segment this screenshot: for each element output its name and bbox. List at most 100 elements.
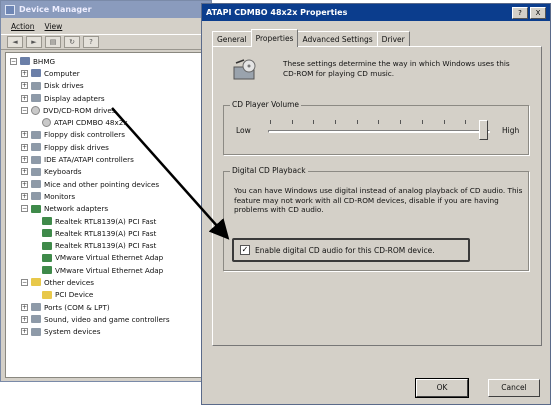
cd-player-volume-label: CD Player Volume <box>230 100 302 109</box>
computer-icon <box>20 57 30 66</box>
device-manager-title: Device Manager <box>19 5 92 14</box>
tree-item[interactable]: + Floppy disk drives <box>6 141 208 153</box>
tree-item[interactable]: + Display adapters <box>6 92 208 104</box>
tab-properties[interactable]: Properties <box>250 29 299 47</box>
expander-icon[interactable]: + <box>21 315 28 323</box>
expander-icon[interactable]: + <box>21 82 28 90</box>
network-icon <box>42 266 52 275</box>
tree-item-label: Mice and other pointing devices <box>44 179 160 189</box>
tree-item-label: Keyboards <box>44 167 82 177</box>
cancel-button[interactable]: Cancel <box>488 379 540 397</box>
ok-button[interactable]: OK <box>415 378 469 398</box>
volume-slider-track[interactable] <box>268 130 490 133</box>
network-icon <box>42 217 52 225</box>
help-icon[interactable]: ? <box>83 36 99 48</box>
tab-strip: General Properties Advanced Settings Dri… <box>212 29 410 47</box>
tree-item-label: Ports (COM & LPT) <box>44 302 110 312</box>
tree-item[interactable]: + System devices <box>6 326 208 338</box>
tree-item[interactable]: − DVD/CD-ROM drives <box>6 104 208 116</box>
tree-item[interactable]: + Sound, video and game controllers <box>6 313 208 325</box>
tree-item[interactable]: + Mice and other pointing devices <box>6 178 208 190</box>
port-icon <box>31 303 41 312</box>
expander-icon[interactable]: + <box>21 131 28 139</box>
keyboard-icon <box>31 167 41 176</box>
tree-item[interactable]: − Network adapters <box>6 203 208 215</box>
cd-player-volume-group: CD Player Volume Low High <box>223 100 529 155</box>
tree-item[interactable]: + IDE ATA/ATAPI controllers <box>6 153 208 165</box>
network-icon <box>42 241 52 250</box>
tree-item-label: VMware Virtual Ethernet Adap <box>55 253 164 263</box>
tree-item[interactable]: + Disk drives <box>6 80 208 92</box>
refresh-icon[interactable]: ↻ <box>64 36 80 48</box>
tree-item-label: Sound, video and game controllers <box>44 314 170 324</box>
expander-icon[interactable]: − <box>21 106 28 114</box>
expander-icon[interactable]: + <box>21 69 28 77</box>
back-arrow-icon[interactable]: ◄ <box>7 36 23 48</box>
tree-item-label: Network adapters <box>44 204 109 214</box>
expander-icon[interactable]: − <box>10 57 17 65</box>
monitor-icon <box>31 192 41 201</box>
tree-item-label: Realtek RTL8139(A) PCI Fast <box>55 241 157 251</box>
tree-item-label: IDE ATA/ATAPI controllers <box>44 155 134 165</box>
tree-item[interactable]: ATAPI CDMBO 48x2x <box>6 116 208 128</box>
volume-slider-thumb[interactable] <box>479 120 489 140</box>
menubar: Action View <box>1 18 211 34</box>
tree-item[interactable]: + Monitors <box>6 190 208 202</box>
unknown-device-icon <box>31 278 41 287</box>
expander-icon[interactable]: + <box>21 303 28 311</box>
expander-icon[interactable]: + <box>21 94 28 102</box>
tree-item[interactable]: + Keyboards <box>6 166 208 178</box>
tree-item[interactable]: − Other devices <box>6 276 208 288</box>
menu-view[interactable]: View <box>45 22 63 31</box>
enable-digital-audio-label[interactable]: Enable digital CD audio for this CD-ROM … <box>255 246 435 255</box>
tree-item[interactable]: + Floppy disk controllers <box>6 129 208 141</box>
tree-item-label: Realtek RTL8139(A) PCI Fast <box>55 216 157 226</box>
digital-cd-playback-group: Digital CD Playback You can have Windows… <box>223 166 529 271</box>
tree-item[interactable]: + Ports (COM & LPT) <box>6 301 208 313</box>
expander-icon[interactable]: + <box>21 156 28 164</box>
expander-icon[interactable]: − <box>21 278 28 286</box>
tree-item[interactable]: VMware Virtual Ethernet Adap <box>6 252 208 264</box>
tree-item-label: ATAPI CDMBO 48x2x <box>54 118 128 128</box>
properties-dialog: ATAPI CDMBO 48x2x Properties ? X General… <box>201 3 551 405</box>
enable-digital-audio-checkbox[interactable]: ✓ <box>240 245 250 255</box>
expander-icon[interactable]: + <box>21 168 28 176</box>
controller-icon <box>31 130 41 139</box>
tab-general[interactable]: General <box>212 31 252 47</box>
tab-advanced-settings[interactable]: Advanced Settings <box>297 31 378 47</box>
enable-digital-audio-row[interactable]: ✓ Enable digital CD audio for this CD-RO… <box>232 238 470 262</box>
properties-icon[interactable]: ▤ <box>45 36 61 48</box>
tree-item[interactable]: Realtek RTL8139(A) PCI Fast <box>6 227 208 239</box>
expander-icon[interactable]: + <box>21 143 28 151</box>
tree-item-label: VMware Virtual Ethernet Adap <box>55 265 164 275</box>
expander-icon[interactable]: − <box>21 205 28 213</box>
tree-item-label: Other devices <box>44 277 95 287</box>
tree-item-label: Floppy disk drives <box>44 142 109 152</box>
digital-cd-playback-label: Digital CD Playback <box>230 166 308 175</box>
menu-action[interactable]: Action <box>11 22 35 31</box>
close-button[interactable]: X <box>530 6 546 19</box>
tree-item-label: Display adapters <box>44 93 105 103</box>
tree-item[interactable]: − BHMG <box>6 55 208 67</box>
network-icon <box>42 229 52 238</box>
properties-title: ATAPI CDMBO 48x2x Properties <box>206 8 348 17</box>
system-icon <box>31 327 41 336</box>
floppy-icon <box>31 143 41 152</box>
expander-icon[interactable]: + <box>21 192 28 200</box>
volume-ticks <box>270 120 488 126</box>
forward-arrow-icon[interactable]: ► <box>26 36 42 48</box>
tab-driver[interactable]: Driver <box>376 31 410 47</box>
cd-player-icon <box>233 59 256 80</box>
tree-item[interactable]: Realtek RTL8139(A) PCI Fast <box>6 215 208 227</box>
expander-icon[interactable]: + <box>21 180 28 188</box>
tree-item[interactable]: Realtek RTL8139(A) PCI Fast <box>6 239 208 251</box>
tree-item[interactable]: + Computer <box>6 67 208 79</box>
help-title-button[interactable]: ? <box>512 6 528 19</box>
expander-icon[interactable]: + <box>21 328 28 336</box>
volume-low-label: Low <box>236 126 251 135</box>
device-manager-window: Device Manager Action View ◄ ► ▤ ↻ ? − BH… <box>0 0 212 382</box>
controller-icon <box>31 155 41 164</box>
unknown-device-icon <box>42 290 52 299</box>
tree-item[interactable]: VMware Virtual Ethernet Adap <box>6 264 208 276</box>
tree-item[interactable]: PCI Device <box>6 289 208 301</box>
